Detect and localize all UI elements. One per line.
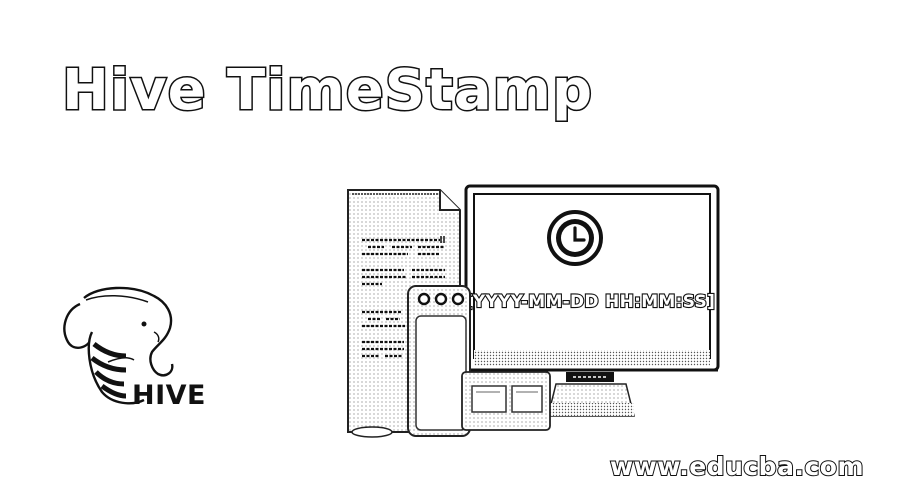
timestamp-format: [YYYY-MM-DD HH:MM:SS] — [465, 292, 715, 312]
hive-logo-text: HIVE — [132, 380, 206, 411]
illustration: [YYYY-MM-DD HH:MM:SS] HIVE — [63, 184, 720, 438]
phone-device — [407, 285, 471, 437]
website-url: www.educba.com — [609, 451, 864, 482]
clock-icon — [547, 210, 603, 266]
tablet-device — [461, 371, 551, 431]
